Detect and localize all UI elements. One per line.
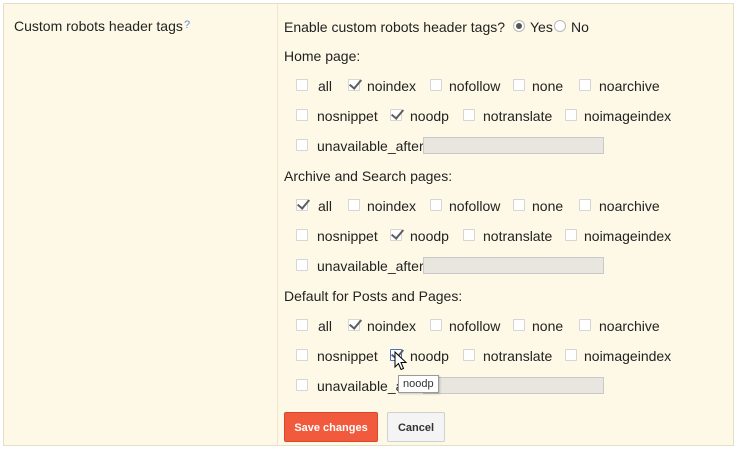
enable-yes-radio[interactable] [513,20,525,32]
unavailable-after-label[interactable]: unavailable_after: [317,258,428,275]
all-label[interactable]: all [318,318,332,335]
noodp-checkbox[interactable] [390,229,402,241]
unavailable-after-checkbox[interactable] [296,259,308,271]
noodp-checkbox[interactable] [390,109,402,121]
noodp-label[interactable]: noodp [410,228,449,245]
enable-question: Enable custom robots header tags? [284,19,506,35]
nosnippet-label[interactable]: nosnippet [317,228,378,245]
notranslate-checkbox[interactable] [463,109,475,121]
section-title: Home page: [284,48,361,64]
nosnippet-checkbox[interactable] [296,229,308,241]
settings-panel: Custom robots header tags ? Enable custo… [3,3,734,446]
noarchive-label[interactable]: noarchive [599,198,660,215]
all-label[interactable]: all [318,198,332,215]
nosnippet-checkbox[interactable] [296,109,308,121]
section-title: Archive and Search pages: [284,168,453,184]
nosnippet-checkbox[interactable] [296,349,308,361]
noodp-label[interactable]: noodp [410,348,449,365]
noimageindex-checkbox[interactable] [565,349,577,361]
enable-yes-label[interactable]: Yes [530,19,553,36]
notranslate-label[interactable]: notranslate [483,228,552,245]
nofollow-label[interactable]: nofollow [449,198,500,215]
unavailable-after-label[interactable]: unavailable_after: [317,138,428,155]
noimageindex-checkbox[interactable] [565,229,577,241]
unavailable-after-checkbox[interactable] [296,379,308,391]
none-checkbox[interactable] [513,319,525,331]
save-button[interactable]: Save changes [284,412,378,442]
unavailable-after-input[interactable] [423,137,604,154]
nofollow-checkbox[interactable] [430,319,442,331]
column-divider [277,4,278,445]
noodp-label[interactable]: noodp [410,108,449,125]
noimageindex-checkbox[interactable] [565,109,577,121]
nofollow-checkbox[interactable] [430,79,442,91]
notranslate-label[interactable]: notranslate [483,348,552,365]
all-checkbox[interactable] [296,79,308,91]
section-title: Default for Posts and Pages: [284,288,463,304]
help-icon[interactable]: ? [184,19,190,31]
noindex-label[interactable]: noindex [367,198,416,215]
noindex-checkbox[interactable] [348,319,360,331]
all-checkbox[interactable] [296,199,308,211]
noarchive-label[interactable]: noarchive [599,318,660,335]
cancel-button[interactable]: Cancel [387,412,445,442]
all-label[interactable]: all [318,78,332,95]
nofollow-label[interactable]: nofollow [449,318,500,335]
notranslate-checkbox[interactable] [463,349,475,361]
noindex-checkbox[interactable] [348,199,360,211]
none-checkbox[interactable] [513,79,525,91]
noarchive-checkbox[interactable] [579,199,591,211]
noarchive-checkbox[interactable] [579,79,591,91]
noindex-checkbox[interactable] [348,79,360,91]
none-checkbox[interactable] [513,199,525,211]
enable-no-radio[interactable] [554,20,566,32]
notranslate-checkbox[interactable] [463,229,475,241]
unavailable-after-checkbox[interactable] [296,139,308,151]
noarchive-checkbox[interactable] [579,319,591,331]
mouse-cursor-icon [394,351,408,371]
all-checkbox[interactable] [296,319,308,331]
noindex-label[interactable]: noindex [367,78,416,95]
notranslate-label[interactable]: notranslate [483,108,552,125]
noimageindex-label[interactable]: noimageindex [584,228,671,245]
none-label[interactable]: none [532,318,563,335]
tooltip: noodp [398,375,439,393]
nofollow-checkbox[interactable] [430,199,442,211]
setting-label: Custom robots header tags [14,18,183,34]
none-label[interactable]: none [532,78,563,95]
noimageindex-label[interactable]: noimageindex [584,108,671,125]
unavailable-after-input[interactable] [423,377,604,394]
nosnippet-label[interactable]: nosnippet [317,348,378,365]
nosnippet-label[interactable]: nosnippet [317,108,378,125]
enable-no-label[interactable]: No [571,19,589,36]
noimageindex-label[interactable]: noimageindex [584,348,671,365]
none-label[interactable]: none [532,198,563,215]
unavailable-after-input[interactable] [423,257,604,274]
nofollow-label[interactable]: nofollow [449,78,500,95]
noindex-label[interactable]: noindex [367,318,416,335]
noarchive-label[interactable]: noarchive [599,78,660,95]
